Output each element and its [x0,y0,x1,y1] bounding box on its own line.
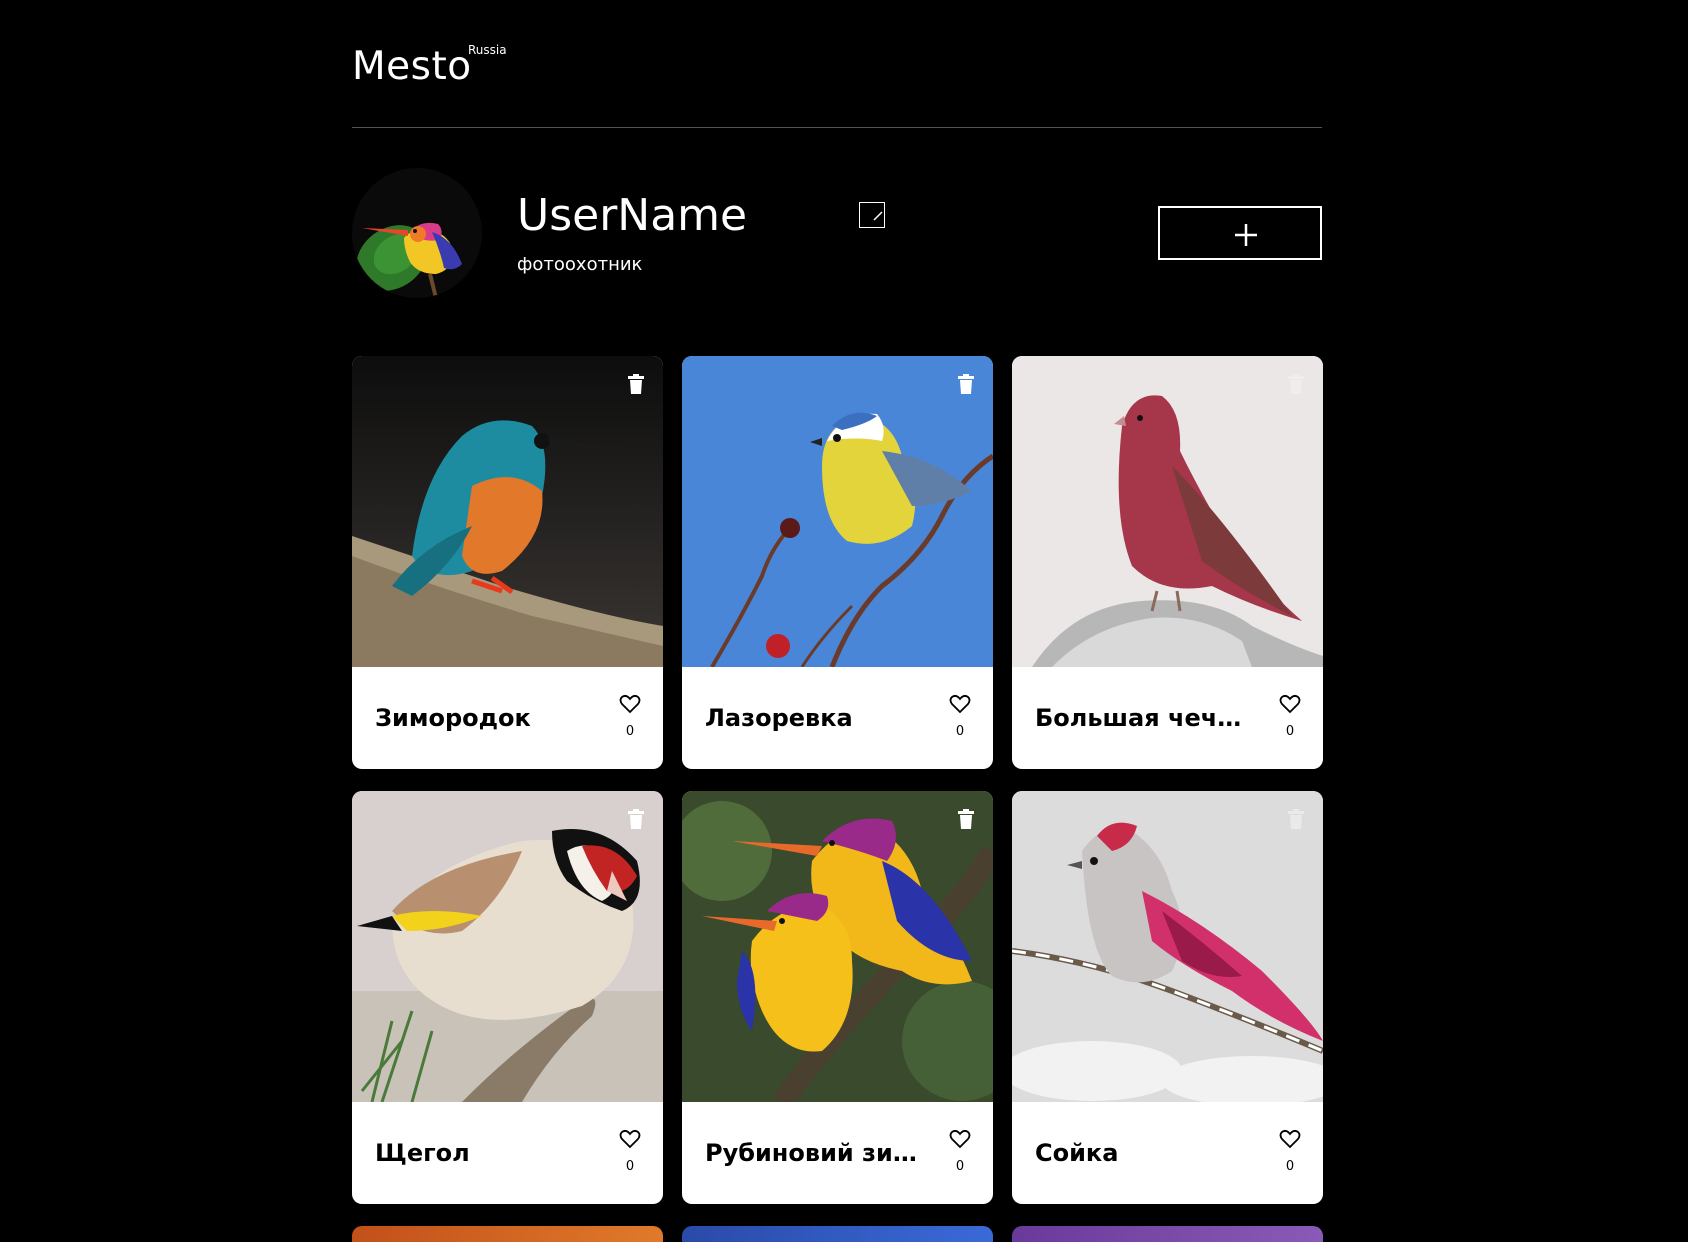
like-heart-icon[interactable] [619,1129,641,1149]
card-title: Щегол [375,1139,470,1167]
card: Большая чечевица 0 [1012,356,1323,769]
avatar[interactable] [352,168,482,298]
card-partial[interactable] [352,1226,663,1242]
like-count: 0 [1285,724,1295,739]
card: Зимородок 0 [352,356,663,769]
rosefinch-photo [1012,356,1323,667]
like-heart-icon[interactable] [949,1129,971,1149]
page-container: Mesto Russia UserName фотоохотник Зиморо… [352,0,1323,1242]
add-card-button[interactable] [1158,206,1322,260]
card-title: Зимородок [375,704,531,732]
card-partial[interactable] [1012,1226,1323,1242]
like-heart-icon[interactable] [1279,1129,1301,1149]
trash-icon[interactable] [1287,374,1305,394]
logo[interactable]: Mesto [352,44,472,89]
card: Щегол 0 [352,791,663,1204]
profile-name: UserName [517,190,748,241]
like-count: 0 [625,724,635,739]
card-title: Сойка [1035,1139,1119,1167]
trash-icon[interactable] [627,809,645,829]
pencil-icon [873,211,883,221]
trash-icon[interactable] [627,374,645,394]
card-title: Большая чечевица [1035,704,1255,732]
card: Рубиновий зимородок 0 [682,791,993,1204]
kingfisher-avatar-icon [352,168,482,298]
logo-superscript: Russia [468,43,507,57]
kingfisher-photo [352,356,663,667]
trash-icon[interactable] [957,809,975,829]
like-heart-icon[interactable] [949,694,971,714]
like-count: 0 [625,1159,635,1174]
card-image[interactable] [352,356,663,667]
page: Mesto Russia UserName фотоохотник Зиморо… [0,0,1688,1242]
like-count: 0 [955,724,965,739]
jay-photo [1012,791,1323,1102]
like-count: 0 [1285,1159,1295,1174]
card-title: Лазоревка [705,704,853,732]
header: Mesto Russia [352,0,1322,128]
like-count: 0 [955,1159,965,1174]
card-partial[interactable] [682,1226,993,1242]
card-image[interactable] [352,791,663,1102]
profile: UserName фотоохотник [352,168,1322,298]
card-image[interactable] [682,356,993,667]
like-heart-icon[interactable] [619,694,641,714]
card-title: Рубиновий зимородок [705,1139,925,1167]
edit-profile-button[interactable] [859,202,885,228]
card: Лазоревка 0 [682,356,993,769]
card-image[interactable] [682,791,993,1102]
goldfinch-photo [352,791,663,1102]
blue-tit-photo [682,356,993,667]
card: Сойка 0 [1012,791,1323,1204]
plus-icon [1235,224,1257,246]
trash-icon[interactable] [1287,809,1305,829]
like-heart-icon[interactable] [1279,694,1301,714]
profile-about: фотоохотник [517,254,643,275]
trash-icon[interactable] [957,374,975,394]
card-image[interactable] [1012,791,1323,1102]
ruby-kingfisher-photo [682,791,993,1102]
card-image[interactable] [1012,356,1323,667]
